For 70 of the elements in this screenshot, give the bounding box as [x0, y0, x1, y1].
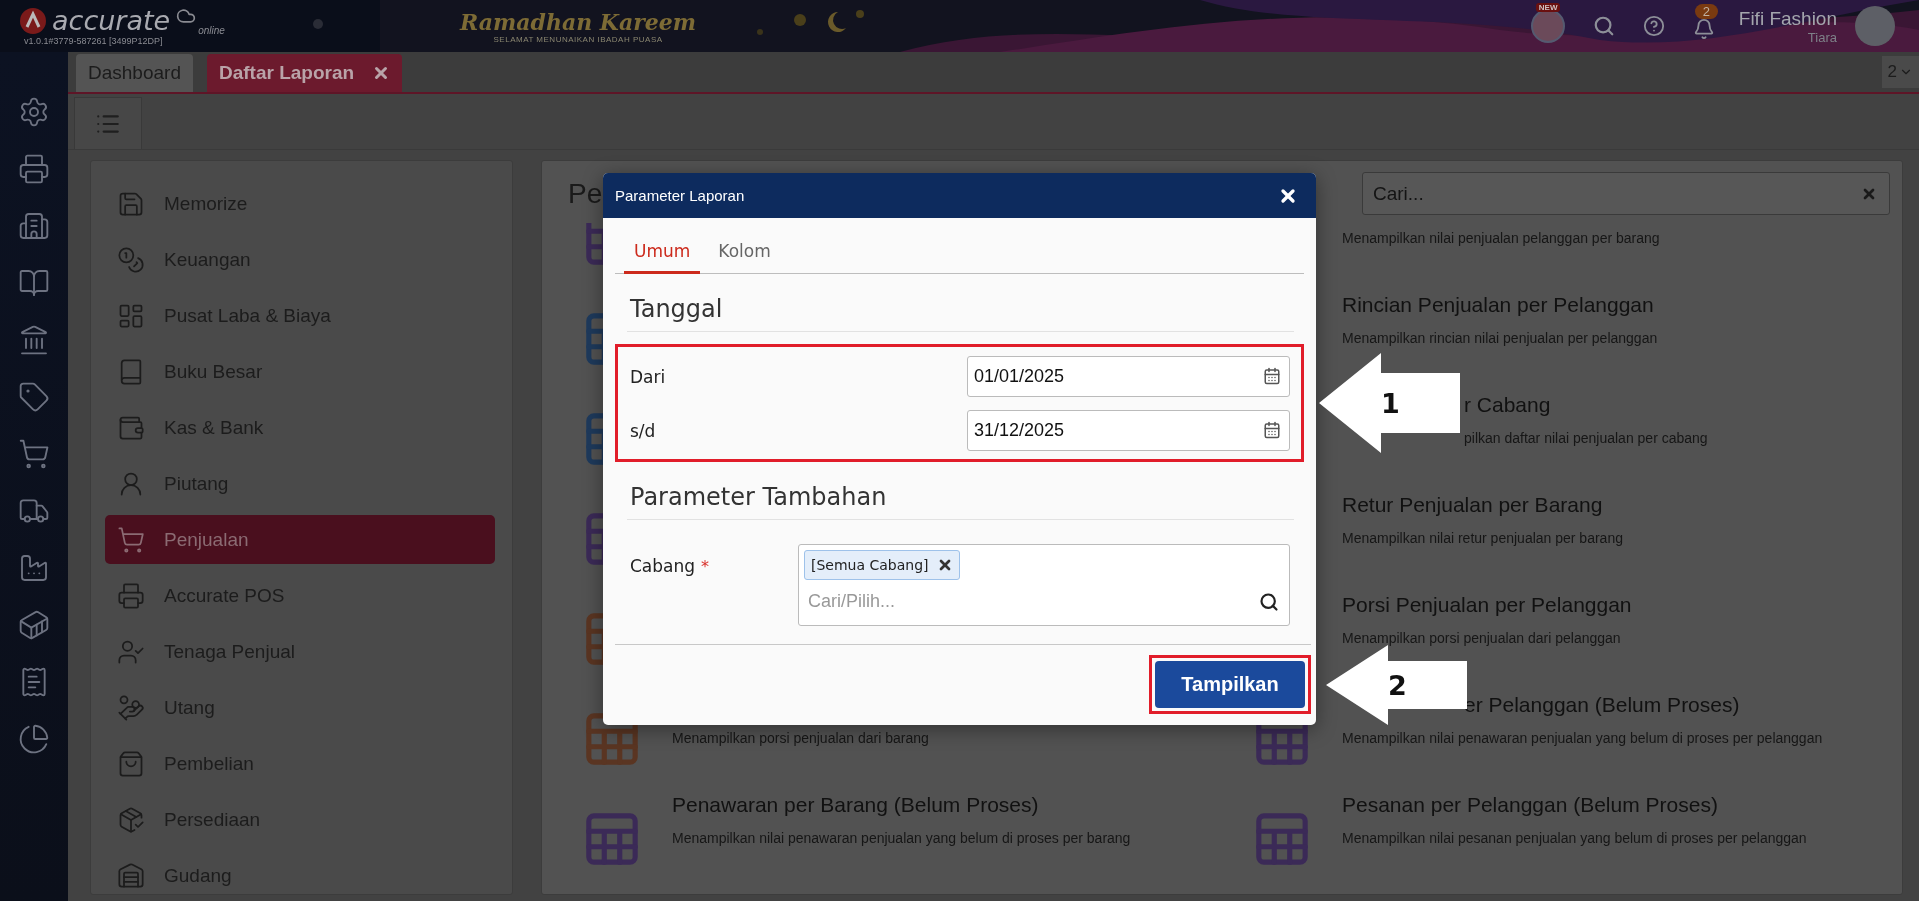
factory-icon[interactable] [18, 552, 50, 584]
field-label: Dari [630, 366, 666, 387]
report-description: Menampilkan nilai penawaran penjualan yang belum di proses per barang [672, 829, 1131, 847]
page-tab[interactable]: Daftar Laporan [206, 54, 403, 92]
report-description: pilkan daftar nilai penjualan per cabang [1464, 429, 1708, 447]
callout-number: 2 [1388, 669, 1407, 700]
cart-icon[interactable] [18, 438, 50, 470]
cloud-icon [176, 6, 197, 26]
logo-icon [20, 8, 46, 34]
pie-chart-icon[interactable] [18, 723, 50, 755]
warehouse-icon [117, 861, 145, 890]
building-icon[interactable] [18, 210, 50, 242]
field-label: Cabang * [630, 556, 710, 576]
search-icon[interactable] [1259, 591, 1279, 612]
container-icon[interactable] [18, 609, 50, 641]
report-title[interactable]: r Cabang [1464, 393, 1551, 417]
logo-text: accurate [52, 6, 171, 36]
price-tag-icon[interactable] [18, 381, 50, 413]
bank-icon[interactable] [18, 324, 50, 356]
branch-tag: [Semua Cabang] [804, 550, 960, 580]
branch-search-input[interactable]: Cari/Pilih... [806, 590, 1259, 613]
section-heading: Parameter Tambahan [627, 479, 1294, 520]
report-description: Menampilkan nilai retur penjualan per barang [1342, 529, 1623, 547]
report-description: Menampilkan porsi penjualan dari barang [672, 729, 929, 747]
banner-title: Ramadhan Kareem [460, 8, 697, 35]
settings-icon[interactable] [18, 96, 50, 128]
report-description: Menampilkan nilai penawaran penjualan yang belum di proses per pelanggan [1342, 729, 1823, 747]
callout-number: 1 [1381, 387, 1400, 419]
report-title[interactable]: Rincian Penjualan per Pelanggan [1342, 293, 1654, 317]
hand-coins-icon [117, 693, 145, 722]
help-button[interactable] [1642, 15, 1665, 37]
branch-select-field[interactable]: [Semua Cabang] Cari/Pilih... [798, 544, 1290, 626]
dialog-tab[interactable]: Umum [624, 241, 701, 274]
book-icon[interactable] [18, 267, 50, 299]
version-text: v1.0.1#3779-587261 [3499P12DP] [24, 36, 164, 46]
calendar-icon[interactable] [1263, 421, 1281, 439]
coins-icon [117, 245, 145, 274]
cart-icon [117, 525, 145, 554]
company-name: Fifi Fashion [1738, 7, 1837, 30]
show-report-button[interactable]: Tampilkan [1155, 661, 1305, 708]
report-search-input[interactable]: Cari... [1371, 181, 1861, 206]
dialog-title: Parameter Laporan [615, 187, 745, 204]
search-button[interactable] [1592, 15, 1615, 37]
shopping-bag-icon [117, 749, 145, 778]
user-name: Tiara [1807, 29, 1837, 45]
category-item[interactable]: Penjualan [105, 515, 495, 564]
calendar-icon[interactable] [1263, 367, 1281, 385]
report-description: Menampilkan rincian nilai penjualan per pelanggan [1342, 329, 1658, 347]
section-heading: Tanggal [627, 291, 1294, 332]
banner-subtitle: SELAMAT MENUNAIKAN IBADAH PUASA [493, 34, 663, 44]
package-check-icon [117, 805, 145, 834]
report-title[interactable]: Pesanan per Pelanggan (Belum Proses) [1342, 793, 1718, 817]
page-tab[interactable]: Dashboard [76, 54, 193, 92]
printer-icon [117, 581, 145, 610]
field-label: s/d [630, 420, 656, 441]
new-badge: NEW [1535, 3, 1561, 12]
report-description: Menampilkan nilai penjualan pelanggan per barang [1342, 229, 1660, 247]
report-title[interactable]: Penawaran per Barang (Belum Proses) [672, 793, 1039, 817]
dialog-tab[interactable]: Kolom [708, 241, 781, 274]
logo-subtitle: online [198, 25, 225, 36]
report-title[interactable]: Porsi Penjualan per Pelanggan [1342, 593, 1632, 617]
notification-button[interactable] [1692, 18, 1715, 40]
date-field[interactable]: 31/12/2025 [967, 410, 1290, 451]
report-title[interactable]: Retur Penjualan per Barang [1342, 493, 1603, 517]
cash-register-icon[interactable] [18, 153, 50, 185]
panel-heading: Pe [568, 177, 603, 210]
report-description: Menampilkan nilai pesanan penjualan yang belum di proses per pelanggan [1342, 829, 1807, 847]
report-search-field[interactable]: Cari... [1362, 172, 1890, 215]
date-field[interactable]: 01/01/2025 [967, 356, 1290, 397]
report-description: Menampilkan porsi penjualan dari pelanggan [1342, 629, 1621, 647]
